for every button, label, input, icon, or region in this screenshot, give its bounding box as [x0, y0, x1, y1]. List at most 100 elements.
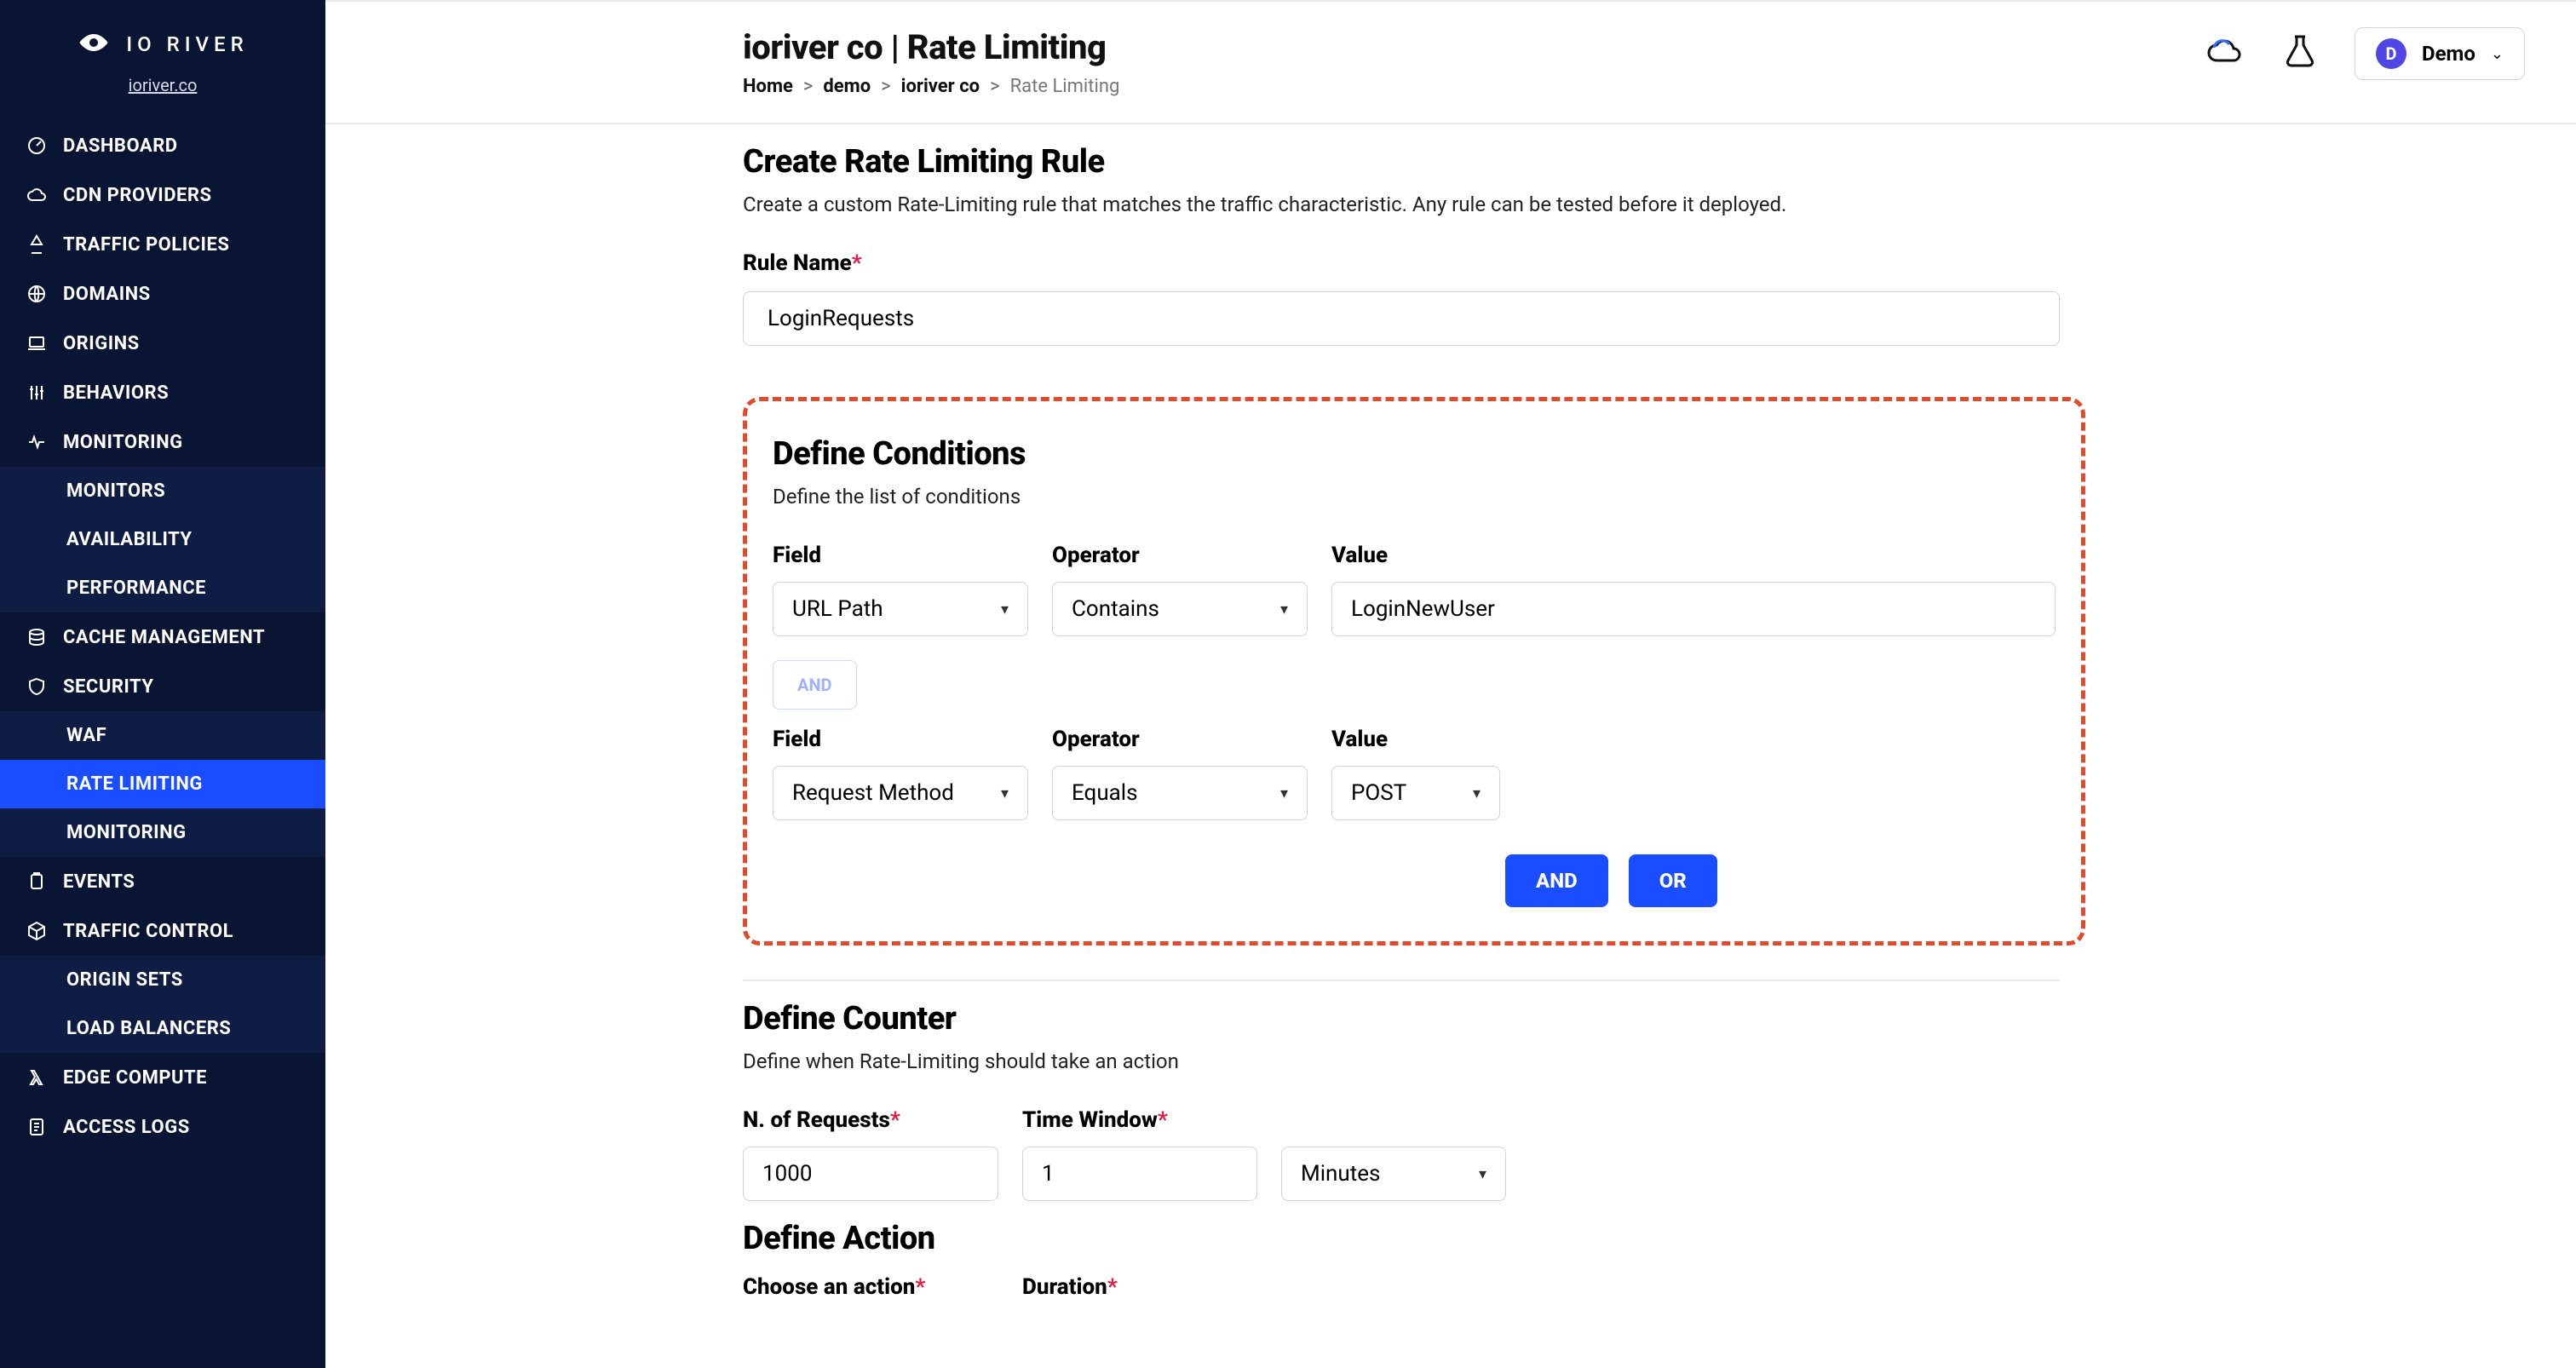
sidebar-item-load-balancers[interactable]: LOAD BALANCERS — [0, 1004, 325, 1053]
heartbeat-icon — [26, 431, 48, 453]
operator-col: Operator Contains▾ — [1052, 543, 1308, 636]
sidebar-item-access-logs[interactable]: ACCESS LOGS — [0, 1102, 325, 1152]
sidebar-item-label: TRAFFIC CONTROL — [63, 921, 233, 942]
breadcrumb-item[interactable]: Home — [743, 76, 793, 97]
chevron-down-icon: ⌄ — [2491, 45, 2504, 63]
operator-header: Operator — [1052, 727, 1308, 752]
sidebar-item-label: EDGE COMPUTE — [63, 1067, 207, 1089]
breadcrumb: Home> demo> ioriver co> Rate Limiting — [743, 76, 1119, 97]
sidebar-item-cdn-providers[interactable]: CDN PROVIDERS — [0, 170, 325, 220]
time-unit-select[interactable]: Minutes▾ — [1281, 1147, 1506, 1201]
field-select[interactable]: Request Method▾ — [773, 766, 1028, 820]
or-button[interactable]: OR — [1629, 854, 1717, 907]
breadcrumb-item-current: Rate Limiting — [1010, 76, 1120, 97]
sidebar-item-label: DOMAINS — [63, 284, 151, 305]
sidebar-item-domains[interactable]: DOMAINS — [0, 269, 325, 319]
operator-select[interactable]: Contains▾ — [1052, 582, 1308, 636]
sidebar-item-origin-sets[interactable]: ORIGIN SETS — [0, 956, 325, 1004]
section-desc: Create a custom Rate-Limiting rule that … — [743, 193, 2525, 216]
topbar-actions: D Demo ⌄ — [2205, 27, 2525, 80]
sidebar-item-waf[interactable]: WAF — [0, 711, 325, 760]
globe-icon — [26, 283, 48, 305]
n-requests-input[interactable] — [743, 1147, 998, 1201]
stack-icon — [26, 626, 48, 648]
logo[interactable]: IO RIVER — [77, 26, 248, 63]
nav: DASHBOARD CDN PROVIDERS TRAFFIC POLICIES… — [0, 121, 325, 1152]
lambda-icon — [26, 1066, 48, 1089]
content: Create Rate Limiting Rule Create a custo… — [325, 124, 2576, 1351]
sidebar-item-security[interactable]: SECURITY — [0, 662, 325, 711]
sidebar-item-label: CACHE MANAGEMENT — [63, 627, 265, 648]
breadcrumb-item[interactable]: ioriver co — [901, 76, 980, 97]
section-desc: Define the list of conditions — [773, 485, 2056, 509]
action-section: Define Action Choose an action* Duration… — [743, 1201, 2525, 1300]
sidebar-item-label: SECURITY — [63, 676, 153, 698]
traffic-icon — [26, 233, 48, 256]
time-window-label: Time Window* — [1022, 1107, 1257, 1133]
time-unit-col: Minutes▾ — [1281, 1107, 1506, 1201]
section-title: Define Conditions — [773, 435, 2056, 473]
sidebar-item-performance[interactable]: PERFORMANCE — [0, 564, 325, 612]
join-chip: AND — [773, 660, 857, 710]
sidebar-item-label: LOAD BALANCERS — [66, 1018, 231, 1039]
user-menu[interactable]: D Demo ⌄ — [2355, 27, 2525, 80]
rule-name-label: Rule Name* — [743, 250, 2525, 276]
chevron-down-icon: ▾ — [1479, 1165, 1486, 1183]
sliders-icon — [26, 382, 48, 404]
value-select[interactable]: POST▾ — [1331, 766, 1500, 820]
duration-col: Duration* — [1022, 1274, 1257, 1300]
operator-select[interactable]: Equals▾ — [1052, 766, 1308, 820]
sidebar-item-label: EVENTS — [63, 871, 135, 893]
condition-buttons: AND OR — [773, 854, 2056, 907]
sidebar-item-cache-management[interactable]: CACHE MANAGEMENT — [0, 612, 325, 662]
create-section: Create Rate Limiting Rule Create a custo… — [743, 124, 2525, 346]
sidebar-item-label: WAF — [66, 725, 106, 746]
sidebar-item-dashboard[interactable]: DASHBOARD — [0, 121, 325, 170]
value-col: Value POST▾ — [1331, 727, 1500, 820]
sidebar-item-rate-limiting[interactable]: RATE LIMITING — [0, 760, 325, 808]
sidebar-item-origins[interactable]: ORIGINS — [0, 319, 325, 368]
sidebar-item-behaviors[interactable]: BEHAVIORS — [0, 368, 325, 417]
sidebar-item-traffic-policies[interactable]: TRAFFIC POLICIES — [0, 220, 325, 269]
sidebar-item-events[interactable]: EVENTS — [0, 857, 325, 906]
n-requests-col: N. of Requests* — [743, 1107, 998, 1201]
log-icon — [26, 1116, 48, 1138]
cloud-status-icon[interactable] — [2205, 32, 2245, 76]
chevron-down-icon: ▾ — [1001, 785, 1009, 802]
breadcrumb-item[interactable]: demo — [823, 76, 871, 97]
topbar: ioriver co | Rate Limiting Home> demo> i… — [325, 2, 2576, 97]
flask-icon[interactable] — [2280, 32, 2320, 76]
time-window-col: Time Window* — [1022, 1107, 1257, 1201]
and-button[interactable]: AND — [1505, 854, 1608, 907]
main: ioriver co | Rate Limiting Home> demo> i… — [325, 0, 2576, 1368]
value-input[interactable] — [1331, 582, 2056, 636]
sidebar-item-label: MONITORS — [66, 480, 165, 502]
avatar: D — [2376, 38, 2406, 69]
conditions-section: Define Conditions Define the list of con… — [743, 397, 2085, 946]
choose-action-col: Choose an action* — [743, 1274, 998, 1300]
chevron-down-icon: ▾ — [1280, 601, 1288, 618]
section-title: Define Action — [743, 1220, 2525, 1257]
spacer — [1281, 1107, 1506, 1133]
value-header: Value — [1331, 727, 1500, 752]
choose-action-label: Choose an action* — [743, 1274, 998, 1300]
cube-icon — [26, 920, 48, 942]
field-select[interactable]: URL Path▾ — [773, 582, 1028, 636]
page-title: ioriver co | Rate Limiting — [743, 27, 1119, 67]
sidebar-item-availability[interactable]: AVAILABILITY — [0, 515, 325, 564]
sidebar-item-label: ACCESS LOGS — [63, 1117, 190, 1138]
sidebar-item-edge-compute[interactable]: EDGE COMPUTE — [0, 1053, 325, 1102]
sidebar-item-traffic-control[interactable]: TRAFFIC CONTROL — [0, 906, 325, 956]
sidebar-item-monitors[interactable]: MONITORS — [0, 467, 325, 515]
field-header: Field — [773, 727, 1028, 752]
tenant-link[interactable]: ioriver.co — [129, 75, 198, 95]
sidebar-item-label: RATE LIMITING — [66, 773, 203, 795]
rule-name-input[interactable] — [743, 291, 2060, 346]
logo-text: IO RIVER — [126, 32, 248, 56]
clipboard-icon — [26, 871, 48, 893]
sidebar-item-security-monitoring[interactable]: MONITORING — [0, 808, 325, 857]
sidebar-item-label: BEHAVIORS — [63, 382, 169, 404]
sidebar-item-monitoring[interactable]: MONITORING — [0, 417, 325, 467]
value-header: Value — [1331, 543, 2056, 568]
time-window-input[interactable] — [1022, 1147, 1257, 1201]
